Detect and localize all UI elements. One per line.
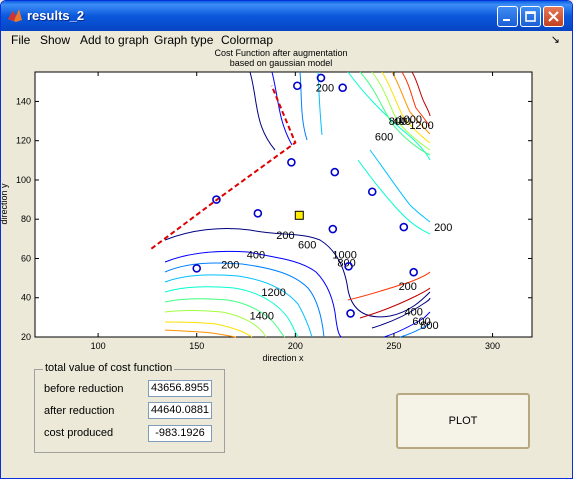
y-tick-label: 80 — [21, 214, 31, 224]
before-reduction-field[interactable]: 43656.8955 — [148, 380, 212, 397]
contour-label: 200 — [316, 83, 334, 95]
y-tick-label: 20 — [21, 332, 31, 342]
y-tick-label: 120 — [16, 136, 31, 146]
contour-label: 200 — [221, 259, 239, 271]
x-tick-label: 100 — [91, 341, 106, 351]
contour-label: 1400 — [250, 310, 274, 322]
contour-label: 600 — [375, 132, 393, 144]
contour-label: 200 — [434, 222, 452, 234]
contour-label: 200 — [399, 281, 417, 293]
plot-button[interactable]: PLOT — [396, 393, 530, 449]
contour-label: 400 — [247, 249, 265, 261]
after-reduction-label: after reduction — [44, 405, 115, 417]
selected-point-marker — [294, 210, 304, 220]
x-tick-label: 150 — [189, 341, 204, 351]
contour-label: 1200 — [261, 287, 285, 299]
cost-produced-label: cost produced — [44, 427, 114, 439]
chart-title-line-1: Cost Function after augmentation — [214, 48, 347, 58]
before-reduction-label: before reduction — [44, 383, 124, 395]
after-reduction-field[interactable]: 44640.0881 — [148, 402, 212, 419]
y-tick-label: 60 — [21, 253, 31, 263]
cost-produced-field[interactable]: -983.1926 — [148, 425, 212, 442]
cost-group-title: total value of cost function — [43, 362, 175, 374]
contour-label: 800 — [420, 320, 438, 332]
y-axis-label: direction y — [0, 183, 9, 225]
x-tick-label: 200 — [288, 341, 303, 351]
contour-label: 600 — [298, 240, 316, 252]
x-tick-label: 250 — [386, 341, 401, 351]
x-tick-label: 300 — [485, 341, 500, 351]
y-tick-label: 40 — [21, 293, 31, 303]
x-axis-label: direction x — [262, 353, 304, 363]
y-tick-label: 100 — [16, 175, 31, 185]
chart-title-line-2: based on gaussian model — [230, 58, 333, 68]
y-tick-label: 140 — [16, 96, 31, 106]
contour-label: 200 — [276, 230, 294, 242]
contour-label: 1200 — [409, 120, 433, 132]
